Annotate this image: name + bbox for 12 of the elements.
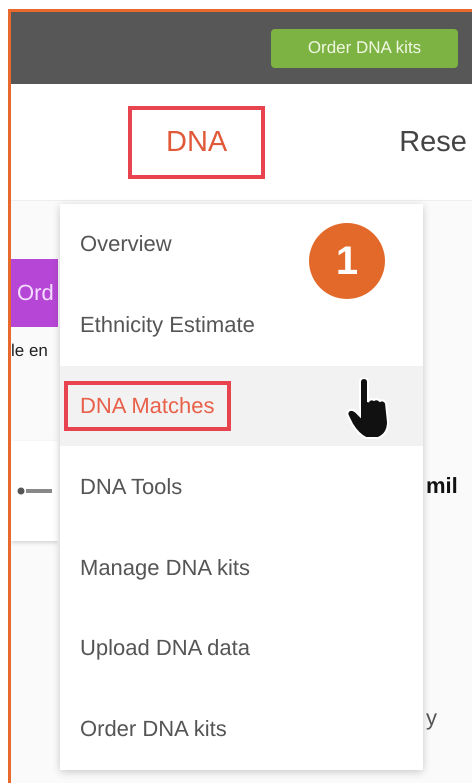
menu-link[interactable]: Upload DNA data [64,623,266,674]
nav-tab[interactable]: Rese [361,106,472,178]
menu-link[interactable]: DNA Tools [64,462,198,512]
menu-link[interactable]: Ethnicity Estimate [64,300,271,350]
body-text: y [426,705,438,731]
body-text: le en [11,341,49,361]
heading-text: mil [426,473,459,499]
logo-icon [16,486,52,496]
menu-link[interactable]: Order DNA kits [64,704,243,754]
nav-tab[interactable]: DNA [128,106,266,178]
menu-link[interactable]: Manage DNA kits [64,542,266,593]
menu-link[interactable]: Overview [64,219,188,270]
